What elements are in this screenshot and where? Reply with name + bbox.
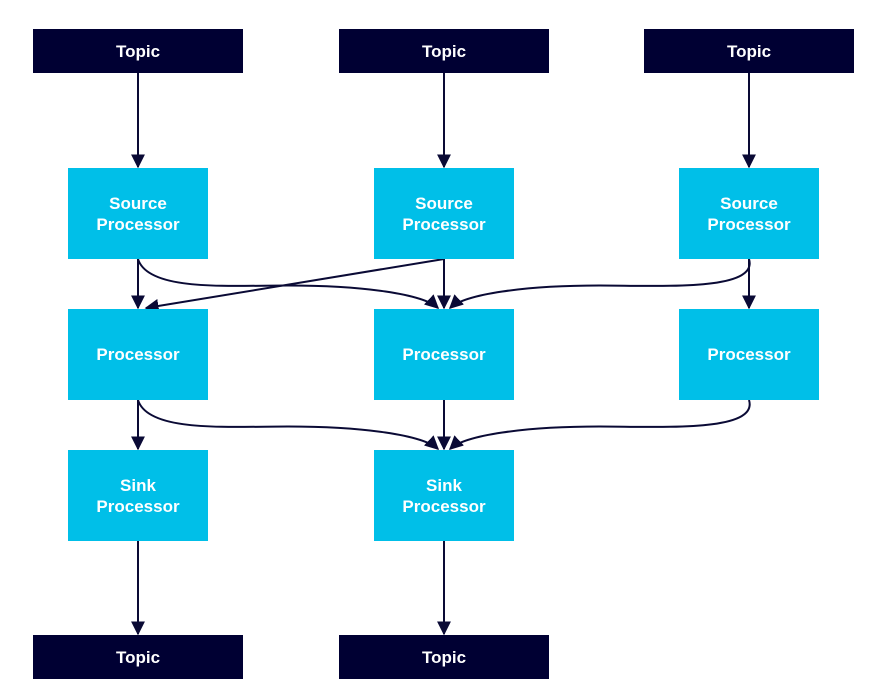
topic-label: Topic bbox=[115, 647, 161, 667]
sink-processor-2[interactable]: Sink Processor bbox=[374, 450, 514, 541]
processor-1[interactable]: Processor bbox=[68, 309, 208, 400]
topic-label: Topic bbox=[726, 41, 772, 61]
node-label: Processor bbox=[707, 345, 791, 364]
topic-input-1[interactable]: Topic bbox=[33, 29, 243, 73]
topic-label: Topic bbox=[421, 647, 467, 667]
topic-input-3[interactable]: Topic bbox=[644, 29, 854, 73]
processor-3[interactable]: Processor bbox=[679, 309, 819, 400]
topic-label: Topic bbox=[115, 41, 161, 61]
source-processor-2[interactable]: Source Processor bbox=[374, 168, 514, 259]
sink-processor-1[interactable]: Sink Processor bbox=[68, 450, 208, 541]
edge-source_1-to-proc_2 bbox=[137, 258, 440, 309]
source-processor-1[interactable]: Source Processor bbox=[68, 168, 208, 259]
edge-source_3-to-proc_2 bbox=[448, 258, 751, 309]
topic-output-1[interactable]: Topic bbox=[33, 635, 243, 679]
topic-output-2[interactable]: Topic bbox=[339, 635, 549, 679]
topic-input-2[interactable]: Topic bbox=[339, 29, 549, 73]
topic-label: Topic bbox=[421, 41, 467, 61]
edge-proc_1-to-sink_2 bbox=[137, 399, 440, 450]
processor-2[interactable]: Processor bbox=[374, 309, 514, 400]
node-label: Source Processor bbox=[707, 193, 791, 234]
node-label: Source Processor bbox=[402, 193, 486, 234]
node-label: Processor bbox=[96, 345, 180, 364]
node-label: Sink Processor bbox=[402, 475, 486, 516]
node-label: Source Processor bbox=[96, 193, 180, 234]
edge-proc_3-to-sink_2 bbox=[448, 399, 751, 450]
source-processor-3[interactable]: Source Processor bbox=[679, 168, 819, 259]
node-label: Processor bbox=[402, 345, 486, 364]
node-label: Sink Processor bbox=[96, 475, 180, 516]
